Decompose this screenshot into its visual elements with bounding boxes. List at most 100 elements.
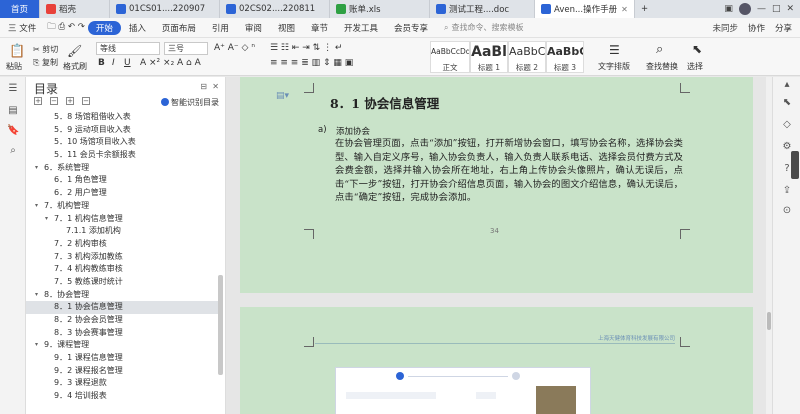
text-layout-icon[interactable]: ☰ [609, 43, 620, 57]
toc-item[interactable]: 5．10 场馆项目收入表 [26, 136, 218, 149]
list-icons[interactable]: ☰ ☷ ⇤ ⇥ ⇅ ⋮ ↵ [270, 43, 342, 53]
collapse-all-icon[interactable]: − [50, 97, 58, 105]
select-icon[interactable]: ⬉ [692, 42, 702, 56]
style-heading-3[interactable]: AaBbC 标题 3 [546, 41, 584, 73]
toc-item[interactable]: 8．1 协会信息管理 [26, 301, 218, 314]
layout-icon[interactable]: ▣ [724, 4, 733, 14]
location-icon[interactable]: ⊙ [781, 205, 793, 217]
format-icon[interactable]: ◇ [781, 119, 793, 131]
format-painter-icon[interactable]: 🖌 [67, 44, 82, 58]
toc-item[interactable]: 7．5 教练课时统计 [26, 276, 218, 289]
menu-file[interactable]: 三 文件 [0, 22, 44, 34]
italic-button[interactable]: I [112, 58, 115, 68]
search-icon[interactable]: ⌕ [7, 145, 19, 157]
paste-icon[interactable]: 📋 [9, 44, 25, 59]
tab-docer[interactable]: 稻壳 [40, 0, 110, 18]
toc-item[interactable]: ▾ 8．协会管理 [26, 289, 218, 302]
cut-button[interactable]: ✂ 剪切 [33, 44, 58, 55]
tab-doc-02cs02[interactable]: 02CS02....220811 [220, 0, 330, 18]
toc-item[interactable]: 5．11 会员卡余额报表 [26, 149, 218, 162]
toc-item[interactable]: 9．3 课程退款 [26, 377, 218, 390]
page-icon[interactable]: ▤▾ [276, 91, 289, 101]
tab-home[interactable]: 首页 [0, 0, 40, 18]
smart-toc-button[interactable]: 智能识别目录 [161, 97, 219, 108]
paste-button[interactable]: 粘贴 [6, 61, 22, 72]
close-window-icon[interactable]: ✕ [786, 4, 794, 14]
embedded-screenshot[interactable] [335, 367, 591, 414]
toc-item[interactable]: 5．9 运动项目收入表 [26, 124, 218, 137]
underline-button[interactable]: U [124, 58, 131, 68]
select-button[interactable]: 选择 [687, 61, 703, 72]
style-heading-2[interactable]: AaBbC 标题 2 [508, 41, 546, 73]
close-icon[interactable]: ✕ [212, 82, 219, 91]
toc-item[interactable]: 9．1 课程信息管理 [26, 352, 218, 365]
menu-review[interactable]: 审阅 [237, 22, 270, 34]
toc-item[interactable]: 5．8 场馆租借收入表 [26, 111, 218, 124]
format-painter-button[interactable]: 格式刷 [63, 61, 87, 72]
font-color-icon[interactable]: A ×² ×₂ A ⌂ A [140, 58, 201, 68]
avatar[interactable] [738, 3, 751, 15]
menu-page-layout[interactable]: 页面布局 [154, 22, 204, 34]
share-icon[interactable]: ⇪ [781, 185, 793, 197]
toc-item[interactable]: ▾ 6．系统管理 [26, 162, 218, 175]
tab-sheet-bill[interactable]: 账单.xls [330, 0, 430, 18]
bold-button[interactable]: B [98, 58, 105, 68]
toc-item[interactable]: 7．2 机构审核 [26, 238, 218, 251]
toc-expand-caret[interactable]: ▾ [35, 200, 38, 213]
close-tab-icon[interactable]: ✕ [621, 5, 628, 14]
style-normal[interactable]: AaBbCcDd 正文 [430, 41, 470, 73]
toc-item[interactable]: 7．3 机构添加教练 [26, 251, 218, 264]
toc-expand-caret[interactable]: ▾ [35, 339, 38, 352]
align-icons[interactable]: ≡ ≡ ≡ ≣ ▥ ⇕ ▦ ▣ [270, 58, 353, 68]
bookmark-icon[interactable]: 🔖 [7, 125, 19, 137]
cursor-icon[interactable]: ⬉ [781, 97, 793, 109]
toc-item[interactable]: 9．2 课程报名管理 [26, 365, 218, 378]
menu-developer[interactable]: 开发工具 [336, 22, 386, 34]
sync-status[interactable]: 未同步 [712, 22, 738, 34]
toc-item[interactable]: 9．4 培训报表 [26, 390, 218, 403]
undo-icon[interactable]: 🗀 ⎙ ↶ ↷ [44, 21, 88, 35]
menu-view[interactable]: 视图 [270, 22, 303, 34]
command-search[interactable]: ⌕ 查找命令、搜索模板 [444, 22, 523, 33]
find-replace-button[interactable]: 查找替换 [646, 61, 678, 72]
toc-item[interactable]: ▾ 7．1 机构信息管理 [26, 213, 218, 226]
text-layout-button[interactable]: 文字排版 [598, 61, 630, 72]
toc-expand-caret[interactable]: ▾ [45, 213, 48, 226]
menu-insert[interactable]: 插入 [121, 22, 154, 34]
toc-item[interactable]: 6．1 角色管理 [26, 174, 218, 187]
toc-item[interactable]: 8．3 协会赛事管理 [26, 327, 218, 340]
copy-button[interactable]: ⎘ 复制 [33, 57, 58, 68]
style-heading-1[interactable]: AaBl 标题 1 [470, 41, 508, 73]
share-button[interactable]: 分享 [775, 22, 792, 34]
new-tab-button[interactable]: + [635, 0, 653, 18]
tab-doc-manual[interactable]: Aven...操作手册 ✕ [535, 0, 635, 18]
outline-icon[interactable]: ☰ [7, 83, 19, 95]
toc-expand-caret[interactable]: ▾ [35, 289, 38, 302]
tab-doc-test[interactable]: 测试工程....doc [430, 0, 535, 18]
grow-font-icon[interactable]: A⁺ A⁻ ◇ ⁿ [214, 43, 255, 53]
collapse-panel-icon[interactable]: ⊟ [200, 82, 207, 91]
font-family-select[interactable]: 等线 [96, 42, 160, 55]
toc-expand-caret[interactable]: ▾ [35, 162, 38, 175]
toc-item[interactable]: 6．2 用户管理 [26, 187, 218, 200]
toc-item[interactable]: 7．4 机构教练审核 [26, 263, 218, 276]
minimize-icon[interactable]: — [757, 4, 766, 14]
find-icon[interactable]: ⌕ [656, 42, 663, 57]
menu-references[interactable]: 引用 [204, 22, 237, 34]
menu-member[interactable]: 会员专享 [386, 22, 436, 34]
font-size-select[interactable]: 三号 [164, 42, 208, 55]
toc-item[interactable]: 8．2 协会会员管理 [26, 314, 218, 327]
side-tab-handle[interactable] [791, 151, 799, 179]
toc-item[interactable]: ▾ 7．机构管理 [26, 200, 218, 213]
pages-icon[interactable]: ▤ [7, 105, 19, 117]
demote-icon[interactable]: − [82, 97, 90, 105]
toc-item[interactable]: ▾ 9．课程管理 [26, 339, 218, 352]
scrollbar-thumb[interactable] [767, 312, 771, 330]
toc-item[interactable]: 7.1.1 添加机构 [26, 225, 218, 238]
menu-section[interactable]: 章节 [303, 22, 336, 34]
toc-scrollbar[interactable] [218, 275, 223, 375]
collaborate-button[interactable]: 协作 [748, 22, 765, 34]
expand-all-icon[interactable]: + [34, 97, 42, 105]
menu-start[interactable]: 开始 [87, 20, 121, 35]
promote-icon[interactable]: + [66, 97, 74, 105]
